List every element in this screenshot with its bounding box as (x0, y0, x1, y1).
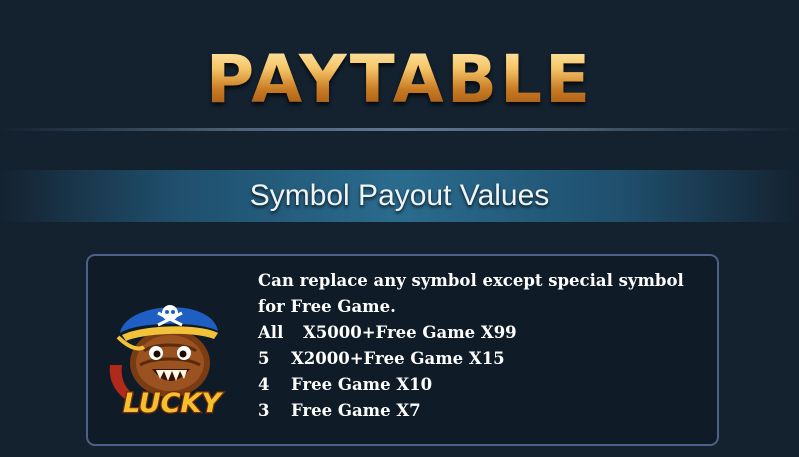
payout-reward: Free Game X10 (291, 375, 433, 394)
payout-reward: Free Game X7 (291, 401, 421, 420)
payout-reward: X5000+Free Game X99 (303, 323, 517, 342)
payout-row-4: 4 Free Game X10 (258, 372, 708, 398)
payout-count: 4 (258, 375, 270, 394)
paytable-title: PAYTABLE (0, 40, 799, 120)
title-divider (0, 128, 799, 131)
payout-count: 5 (258, 349, 270, 368)
symbol-info: Can replace any symbol except special sy… (258, 268, 708, 424)
svg-text:LUCKY: LUCKY (123, 388, 223, 416)
section-title: Symbol Payout Values (249, 179, 550, 212)
section-banner: Symbol Payout Values (0, 170, 799, 222)
symbol-card: LUCKY Can replace any symbol except spec… (86, 254, 719, 446)
symbol-description: Can replace any symbol except special sy… (258, 271, 684, 316)
payout-reward: X2000+Free Game X15 (291, 349, 505, 368)
lucky-pirate-wild-icon: LUCKY (109, 305, 225, 416)
payout-count: All (258, 323, 284, 342)
payout-row-5: 5 X2000+Free Game X15 (258, 346, 708, 372)
payout-row-3: 3 Free Game X7 (258, 398, 708, 424)
payout-row-all: All X5000+Free Game X99 (258, 320, 708, 346)
payout-count: 3 (258, 401, 270, 420)
